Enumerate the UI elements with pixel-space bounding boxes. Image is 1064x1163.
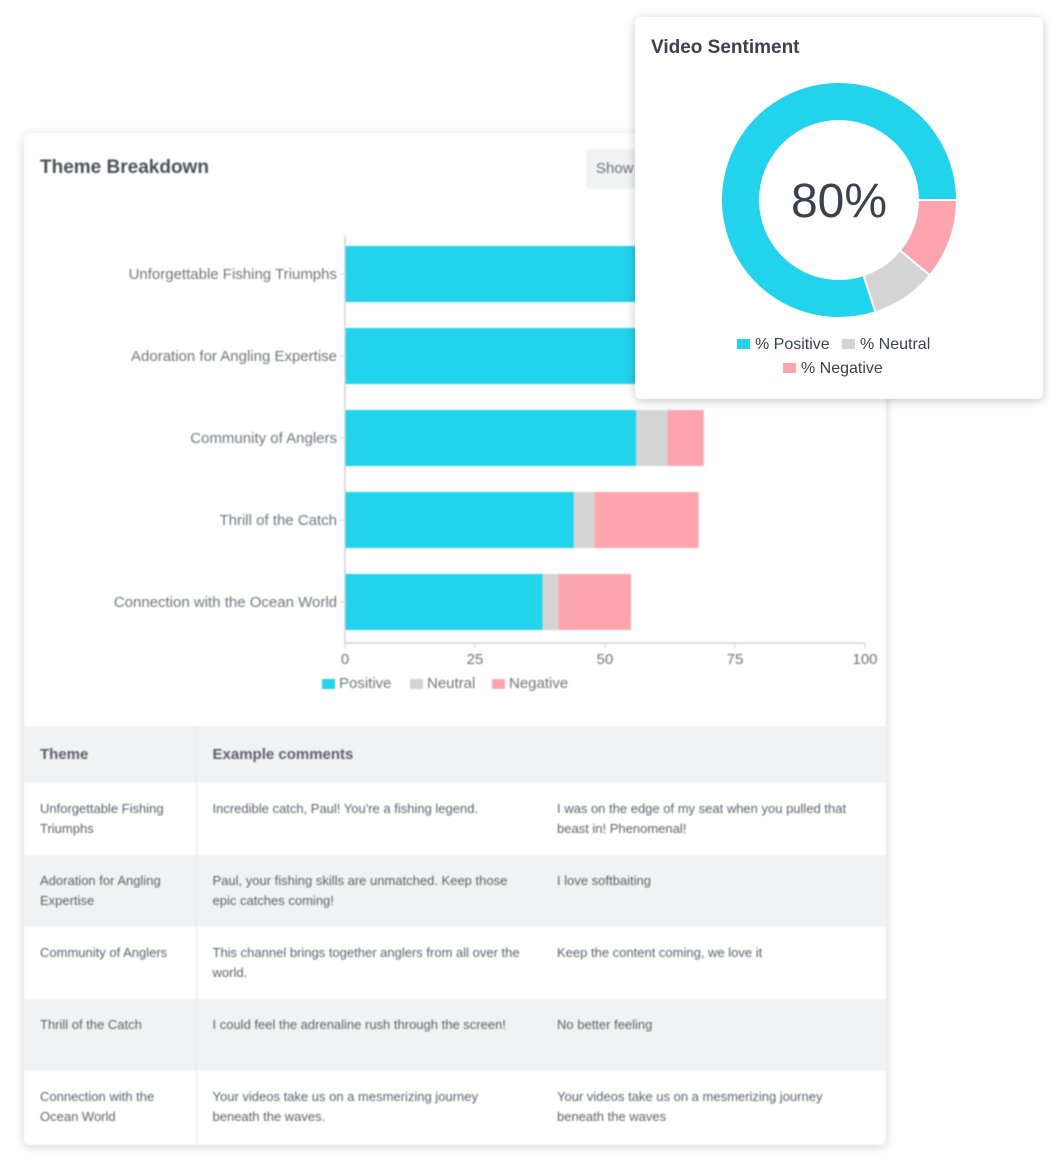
donut-center-value: 80% bbox=[791, 175, 887, 228]
comment-cell: This channel brings together anglers fro… bbox=[212, 945, 520, 980]
bar-positive bbox=[345, 410, 637, 466]
donut-legend-label: % Negative bbox=[801, 360, 883, 377]
theme-cell: Adoration for Angling Expertise bbox=[24, 855, 197, 927]
bar-positive bbox=[345, 492, 574, 548]
bar-positive bbox=[345, 574, 543, 630]
bar-neutral bbox=[636, 410, 668, 466]
category-label: Adoration for Angling Expertise bbox=[131, 348, 337, 365]
table-row: Community of Anglers This channel brings… bbox=[24, 927, 886, 999]
legend-label: Negative bbox=[509, 675, 568, 692]
comment-cell: I love softbaiting bbox=[541, 855, 886, 927]
bar-neutral bbox=[542, 574, 559, 630]
comments-table: Theme Example comments Unforgettable Fis… bbox=[24, 726, 886, 1143]
video-sentiment-card: Video Sentiment 80%% Positive% Neutral% … bbox=[635, 17, 1043, 399]
x-tick-label: 50 bbox=[597, 651, 614, 668]
comment-cell: No better feeling bbox=[541, 999, 886, 1071]
theme-cell: Connection with the Ocean World bbox=[24, 1071, 197, 1143]
comment-cell: I was on the edge of my seat when you pu… bbox=[557, 801, 847, 836]
table-row: Adoration for Angling Expertise Paul, yo… bbox=[24, 855, 886, 927]
legend-swatch-neutral bbox=[410, 679, 423, 689]
x-tick-label: 75 bbox=[727, 651, 744, 668]
comment-cell: Keep the content coming, we love it bbox=[557, 945, 763, 960]
category-label: Thrill of the Catch bbox=[219, 512, 337, 529]
bar-neutral bbox=[573, 492, 595, 548]
category-label: Community of Anglers bbox=[190, 430, 337, 447]
comment-cell: Your videos take us on a mesmerizing jou… bbox=[212, 1089, 478, 1124]
category-label: Unforgettable Fishing Triumphs bbox=[129, 266, 337, 283]
bar-negative bbox=[594, 492, 699, 548]
donut-legend-label: % Positive bbox=[755, 336, 830, 353]
x-tick-label: 0 bbox=[341, 651, 349, 668]
bar-negative bbox=[667, 410, 704, 466]
donut-legend-swatch bbox=[783, 363, 796, 373]
x-tick-label: 25 bbox=[467, 651, 484, 668]
legend-label: Positive bbox=[339, 675, 392, 692]
theme-cell: Unforgettable Fishing Triumphs bbox=[24, 783, 197, 855]
legend-swatch-negative bbox=[492, 679, 505, 689]
donut-legend-swatch bbox=[737, 339, 750, 349]
donut-legend-swatch bbox=[842, 339, 855, 349]
theme-cell: Thrill of the Catch bbox=[24, 999, 197, 1071]
category-label: Connection with the Ocean World bbox=[114, 594, 337, 611]
comment-cell: Incredible catch, Paul! You're a fishing… bbox=[212, 801, 479, 816]
sentiment-donut-chart: 80% % Positive % Neutral % Negative bbox=[720, 81, 959, 377]
bar-negative bbox=[558, 574, 631, 630]
comment-cell: Your videos take us on a mesmerizing jou… bbox=[557, 1089, 823, 1124]
comment-cell: Paul, your fishing skills are unmatched.… bbox=[196, 855, 541, 927]
x-tick-label: 100 bbox=[852, 651, 877, 668]
theme-column-header: Theme bbox=[24, 726, 197, 783]
comments-column-header: Example comments bbox=[196, 726, 886, 783]
legend-swatch-positive bbox=[322, 679, 335, 689]
donut-legend-label: % Neutral bbox=[860, 336, 930, 353]
table-header-row: Theme Example comments bbox=[24, 726, 886, 783]
legend-label: Neutral bbox=[427, 675, 475, 692]
table-row: Thrill of the Catch I could feel the adr… bbox=[24, 999, 886, 1071]
table-row: Unforgettable Fishing Triumphs Incredibl… bbox=[24, 783, 886, 855]
theme-cell: Community of Anglers bbox=[24, 927, 197, 999]
comment-cell: I could feel the adrenaline rush through… bbox=[196, 999, 541, 1071]
table-row: Connection with the Ocean World Your vid… bbox=[24, 1071, 886, 1143]
